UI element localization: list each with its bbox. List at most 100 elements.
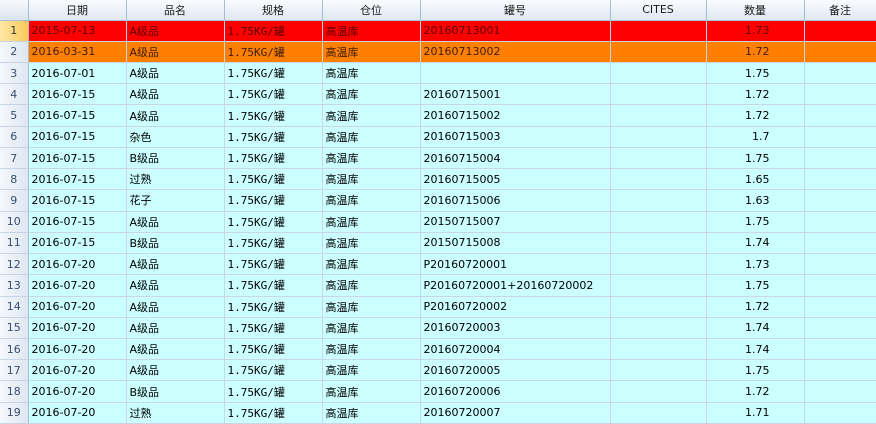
- cell-location[interactable]: 高温库: [322, 317, 421, 340]
- cell-location[interactable]: 高温库: [322, 147, 421, 170]
- cell-quantity[interactable]: 1.71: [706, 402, 805, 424]
- table-row[interactable]: 9 2016-07-15 花子 1.75KG/罐 高温库 20160715006 1.63: [0, 189, 876, 212]
- cell-can-number[interactable]: 20160715002: [420, 104, 611, 127]
- cell-quantity[interactable]: 1.75: [706, 211, 805, 233]
- cell-cites[interactable]: [610, 126, 707, 148]
- row-number[interactable]: 5: [0, 104, 29, 127]
- table-row[interactable]: 16 2016-07-20 A级品 1.75KG/罐 高温库 20160720004 1.7…: [0, 338, 876, 361]
- cell-cites[interactable]: [610, 338, 707, 361]
- cell-product-name[interactable]: A级品: [126, 317, 225, 340]
- cell-note[interactable]: [804, 104, 876, 127]
- cell-product-name[interactable]: 过熟: [126, 168, 225, 191]
- table-row[interactable]: 10 2016-07-15 A级品 1.75KG/罐 高温库 20150715007 1.7…: [0, 211, 876, 233]
- cell-product-name[interactable]: A级品: [126, 104, 225, 127]
- cell-location[interactable]: 高温库: [322, 168, 421, 191]
- cell-note[interactable]: [804, 402, 876, 424]
- cell-cites[interactable]: [610, 104, 707, 127]
- cell-cites[interactable]: [610, 296, 707, 318]
- cell-can-number[interactable]: P20160720001+20160720002: [420, 274, 611, 297]
- cell-location[interactable]: 高温库: [322, 380, 421, 403]
- cell-product-name[interactable]: A级品: [126, 20, 225, 42]
- cell-product-name[interactable]: B级品: [126, 232, 225, 255]
- cell-spec[interactable]: 1.75KG/罐: [224, 232, 323, 255]
- table-row[interactable]: 12 2016-07-20 A级品 1.75KG/罐 高温库 P20160720001 1.…: [0, 253, 876, 276]
- cell-spec[interactable]: 1.75KG/罐: [224, 147, 323, 170]
- cell-quantity[interactable]: 1.72: [706, 296, 805, 318]
- cell-note[interactable]: [804, 126, 876, 148]
- cell-can-number[interactable]: 20160715006: [420, 189, 611, 212]
- cell-product-name[interactable]: 花子: [126, 189, 225, 212]
- cell-can-number[interactable]: 20160713001: [420, 20, 611, 42]
- cell-spec[interactable]: 1.75KG/罐: [224, 359, 323, 382]
- cell-note[interactable]: [804, 232, 876, 255]
- select-all-corner[interactable]: [0, 0, 29, 21]
- cell-quantity[interactable]: 1.7: [706, 126, 805, 148]
- cell-cites[interactable]: [610, 232, 707, 255]
- cell-cites[interactable]: [610, 402, 707, 424]
- row-number[interactable]: 15: [0, 317, 29, 340]
- cell-quantity[interactable]: 1.72: [706, 41, 805, 63]
- table-row[interactable]: 15 2016-07-20 A级品 1.75KG/罐 高温库 20160720003 1.7…: [0, 317, 876, 340]
- column-header-spec[interactable]: 规格: [224, 0, 323, 21]
- cell-can-number[interactable]: 20160720006: [420, 380, 611, 403]
- cell-product-name[interactable]: A级品: [126, 274, 225, 297]
- table-row[interactable]: 19 2016-07-20 过熟 1.75KG/罐 高温库 20160720007 1.71: [0, 402, 876, 424]
- cell-date[interactable]: 2016-07-15: [28, 168, 127, 191]
- cell-date[interactable]: 2016-07-20: [28, 359, 127, 382]
- cell-note[interactable]: [804, 83, 876, 106]
- cell-can-number[interactable]: [420, 62, 611, 85]
- cell-date[interactable]: 2016-07-15: [28, 104, 127, 127]
- cell-date[interactable]: 2016-07-20: [28, 317, 127, 340]
- table-row[interactable]: 17 2016-07-20 A级品 1.75KG/罐 高温库 20160720005 1.7…: [0, 359, 876, 382]
- cell-spec[interactable]: 1.75KG/罐: [224, 296, 323, 318]
- cell-cites[interactable]: [610, 83, 707, 106]
- cell-location[interactable]: 高温库: [322, 189, 421, 212]
- cell-cites[interactable]: [610, 359, 707, 382]
- cell-can-number[interactable]: 20150715008: [420, 232, 611, 255]
- cell-location[interactable]: 高温库: [322, 126, 421, 148]
- table-row[interactable]: 2 2016-03-31 A级品 1.75KG/罐 高温库 20160713002 1.72: [0, 41, 876, 63]
- row-number[interactable]: 8: [0, 168, 29, 191]
- cell-can-number[interactable]: 20160715001: [420, 83, 611, 106]
- cell-quantity[interactable]: 1.72: [706, 380, 805, 403]
- cell-spec[interactable]: 1.75KG/罐: [224, 189, 323, 212]
- cell-date[interactable]: 2016-07-20: [28, 338, 127, 361]
- cell-location[interactable]: 高温库: [322, 274, 421, 297]
- cell-quantity[interactable]: 1.75: [706, 62, 805, 85]
- cell-location[interactable]: 高温库: [322, 232, 421, 255]
- cell-cites[interactable]: [610, 168, 707, 191]
- cell-note[interactable]: [804, 211, 876, 233]
- cell-date[interactable]: 2016-07-20: [28, 274, 127, 297]
- cell-product-name[interactable]: A级品: [126, 41, 225, 63]
- cell-cites[interactable]: [610, 274, 707, 297]
- row-number[interactable]: 13: [0, 274, 29, 297]
- cell-spec[interactable]: 1.75KG/罐: [224, 274, 323, 297]
- cell-can-number[interactable]: P20160720001: [420, 253, 611, 276]
- row-number[interactable]: 10: [0, 211, 29, 233]
- cell-date[interactable]: 2015-07-13: [28, 20, 127, 42]
- row-number[interactable]: 17: [0, 359, 29, 382]
- cell-product-name[interactable]: 杂色: [126, 126, 225, 148]
- cell-spec[interactable]: 1.75KG/罐: [224, 126, 323, 148]
- row-number[interactable]: 6: [0, 126, 29, 148]
- cell-can-number[interactable]: 20160713002: [420, 41, 611, 63]
- cell-product-name[interactable]: A级品: [126, 359, 225, 382]
- cell-location[interactable]: 高温库: [322, 253, 421, 276]
- cell-can-number[interactable]: 20160715003: [420, 126, 611, 148]
- cell-note[interactable]: [804, 338, 876, 361]
- cell-location[interactable]: 高温库: [322, 296, 421, 318]
- row-number[interactable]: 16: [0, 338, 29, 361]
- column-header-date[interactable]: 日期: [28, 0, 127, 21]
- row-number[interactable]: 9: [0, 189, 29, 212]
- cell-location[interactable]: 高温库: [322, 211, 421, 233]
- cell-product-name[interactable]: 过熟: [126, 402, 225, 424]
- cell-spec[interactable]: 1.75KG/罐: [224, 83, 323, 106]
- cell-product-name[interactable]: A级品: [126, 296, 225, 318]
- cell-cites[interactable]: [610, 253, 707, 276]
- table-row[interactable]: 3 2016-07-01 A级品 1.75KG/罐 高温库 1.75: [0, 62, 876, 85]
- cell-date[interactable]: 2016-07-15: [28, 83, 127, 106]
- table-row[interactable]: 14 2016-07-20 A级品 1.75KG/罐 高温库 P20160720002 1.…: [0, 296, 876, 318]
- cell-cites[interactable]: [610, 211, 707, 233]
- cell-quantity[interactable]: 1.75: [706, 274, 805, 297]
- cell-quantity[interactable]: 1.75: [706, 359, 805, 382]
